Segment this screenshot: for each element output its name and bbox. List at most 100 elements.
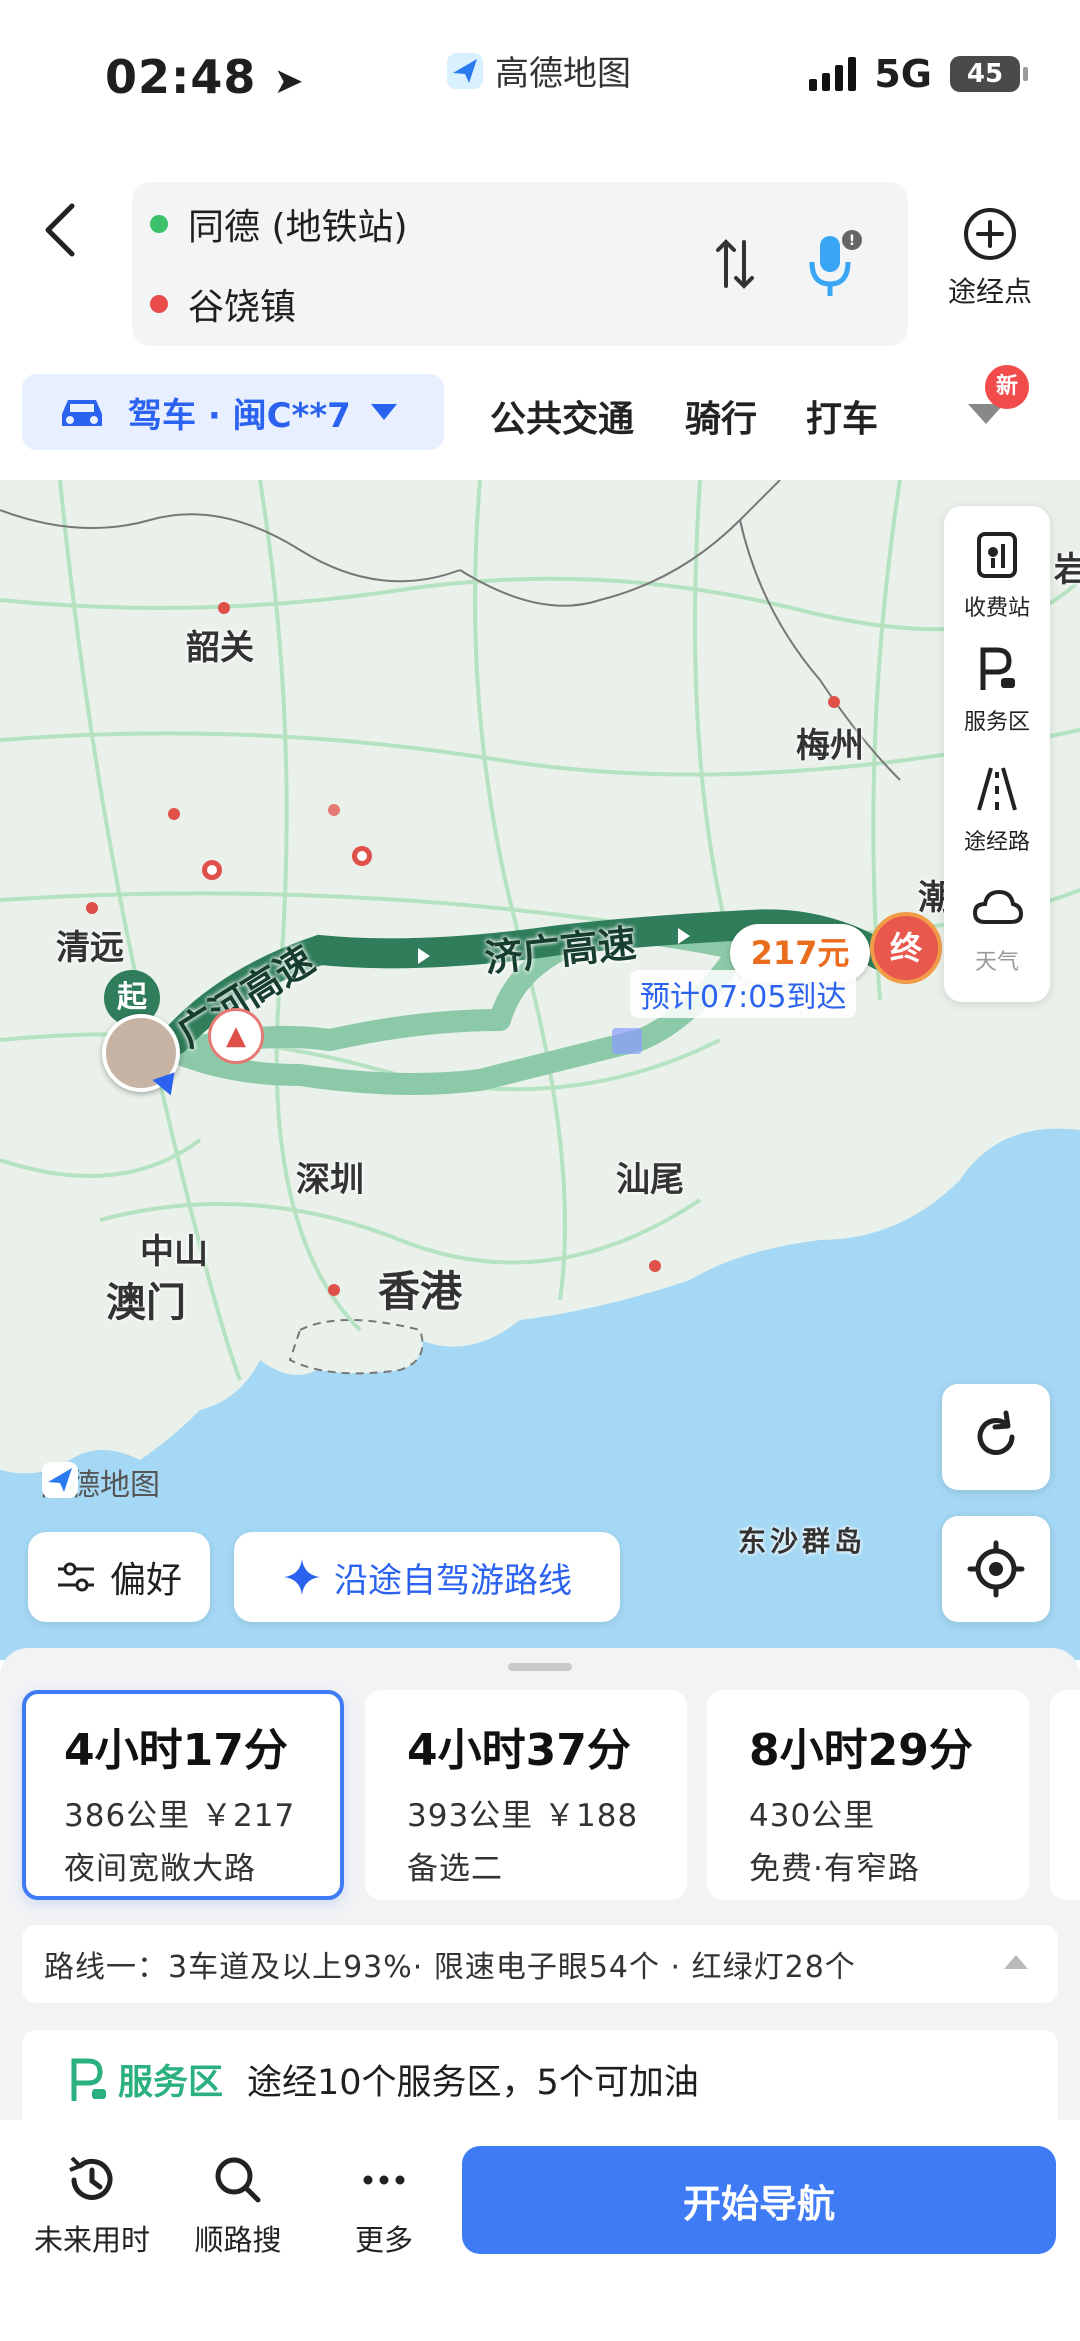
destination-dot-icon <box>150 295 168 313</box>
dropdown-caret-icon <box>370 404 397 420</box>
map-view[interactable]: 韶关 梅州 清远 深圳 汕尾 中山 澳门 香港 东沙群岛 潮 岩 广河高速 济广… <box>0 480 1080 1660</box>
future-time-label: 未来用时 <box>33 2223 150 2257</box>
tool-via-road-label: 途经路 <box>963 830 1030 855</box>
chevron-left-icon <box>45 203 75 257</box>
city-label-shenzhen: 深圳 <box>296 1160 364 1200</box>
destination-row[interactable]: 谷饶镇 <box>150 278 296 330</box>
origin-text: 同德 (地铁站) <box>188 207 408 248</box>
search-icon <box>215 2157 261 2203</box>
swap-arrows-icon <box>716 239 754 289</box>
back-button[interactable] <box>30 190 90 270</box>
sliders-icon <box>57 1562 94 1592</box>
service-area-text: 途经10个服务区，5个可加油 <box>247 2063 699 2103</box>
city-label-zhongshan: 中山 <box>140 1232 208 1272</box>
tool-via-road[interactable]: 途经路 <box>944 764 1050 856</box>
tool-toll-station[interactable]: 收费站 <box>944 530 1050 622</box>
along-route-search-button[interactable]: 顺路搜 <box>168 2150 308 2259</box>
city-label-dongsha: 东沙群岛 <box>738 1525 867 1558</box>
parking-p-icon <box>980 647 1015 690</box>
route-option-detail: 393公里 ￥188 <box>407 1798 639 1834</box>
chevron-up-icon <box>1004 1955 1028 1969</box>
tool-weather[interactable]: 天气 <box>944 884 1050 976</box>
route-info-text: 路线一：3车道及以上93%· 限速电子眼54个 · 红绿灯28个 <box>44 1950 856 1985</box>
tab-cycling[interactable]: 骑行 <box>685 390 757 442</box>
scenic-spot-icon[interactable]: ▲ <box>208 1008 264 1064</box>
network-type: 5G <box>874 52 932 96</box>
status-indicators: 5G 45 <box>809 52 1028 96</box>
route-option-detail: 386公里 ￥217 <box>64 1798 296 1834</box>
map-watermark: 高德地图 <box>40 1460 160 1504</box>
plus-circle-icon <box>964 208 1016 260</box>
signal-icon <box>809 57 857 91</box>
tab-transit[interactable]: 公共交通 <box>490 390 634 442</box>
battery-level: 45 <box>966 59 1004 89</box>
locate-crosshair-icon <box>967 1540 1025 1598</box>
route-option-time: 4小时37分 <box>407 1725 631 1776</box>
city-label-shaoguan: 韶关 <box>186 628 254 668</box>
road-trip-route-button[interactable]: 沿途自驾游路线 <box>234 1532 620 1622</box>
add-waypoint-button[interactable]: 途经点 <box>930 205 1050 310</box>
future-time-button[interactable]: 未来用时 <box>22 2150 162 2259</box>
route-option-4-peek[interactable] <box>1050 1690 1080 1900</box>
new-badge: 新 <box>985 365 1029 409</box>
preference-button[interactable]: 偏好 <box>28 1532 210 1622</box>
battery-icon: 45 <box>950 56 1028 92</box>
preference-label: 偏好 <box>109 1560 182 1601</box>
status-time-text: 02:48 <box>105 50 257 104</box>
city-label-qingyuan: 清远 <box>56 928 124 968</box>
tab-drive[interactable]: 驾车 · 闽C**7 <box>22 374 444 450</box>
voice-input-button[interactable]: ! <box>798 226 868 306</box>
more-dots-icon <box>363 2175 405 2185</box>
amap-watermark-icon <box>42 1462 78 1498</box>
end-marker: 终 <box>870 912 942 984</box>
locate-button[interactable] <box>942 1516 1050 1622</box>
amap-logo-icon <box>447 52 483 89</box>
swap-route-button[interactable] <box>712 234 758 294</box>
refresh-button[interactable] <box>942 1384 1050 1490</box>
status-app-label: 高德地图 <box>445 46 631 95</box>
route-option-note: 夜间宽敞大路 <box>64 1851 256 1887</box>
road-icon <box>977 767 1017 811</box>
service-area-p-icon <box>71 2058 106 2101</box>
route-input-box: 同德 (地铁站) 谷饶镇 ! <box>132 182 908 346</box>
start-navigation-button[interactable]: 开始导航 <box>462 2146 1056 2254</box>
origin-dot-icon <box>150 215 168 233</box>
route-option-detail: 430公里 <box>749 1798 876 1834</box>
route-info-row[interactable]: 路线一：3车道及以上93%· 限速电子眼54个 · 红绿灯28个 <box>22 1925 1058 2003</box>
route-option-1[interactable]: 4小时17分 386公里 ￥217 夜间宽敞大路 <box>22 1690 344 1900</box>
location-arrow-icon: ➤ <box>273 61 305 102</box>
city-label-meizhou: 梅州 <box>796 726 864 766</box>
tool-weather-label: 天气 <box>974 950 1019 975</box>
road-trip-route-label: 沿途自驾游路线 <box>334 1560 572 1601</box>
service-area-tag: 服务区 <box>64 2054 223 2105</box>
route-option-3[interactable]: 8小时29分 430公里 免费·有窄路 <box>707 1690 1029 1900</box>
more-button[interactable]: 更多 <box>314 2150 454 2259</box>
sparkle-icon <box>284 1559 320 1595</box>
clock-history-icon <box>69 2156 113 2200</box>
route-option-2[interactable]: 4小时37分 393公里 ￥188 备选二 <box>365 1690 687 1900</box>
waypoint-label: 途经点 <box>947 275 1032 308</box>
city-label-shanwei: 汕尾 <box>616 1160 684 1200</box>
tool-service-area-label: 服务区 <box>963 710 1030 735</box>
microphone-icon: ! <box>809 230 862 296</box>
status-app-name: 高德地图 <box>495 54 631 94</box>
eta-label: 预计07:05到达 <box>630 970 857 1018</box>
service-area-label: 服务区 <box>118 2063 224 2103</box>
car-icon <box>62 400 102 426</box>
sheet-drag-handle[interactable] <box>508 1663 572 1671</box>
tool-service-area[interactable]: 服务区 <box>944 644 1050 736</box>
toll-station-icon <box>977 532 1017 578</box>
origin-row[interactable]: 同德 (地铁站) <box>150 198 408 250</box>
city-label-yan: 岩 <box>1054 550 1080 590</box>
cloud-icon <box>972 889 1024 924</box>
status-time: 02:48 ➤ <box>105 50 305 104</box>
route-option-note: 备选二 <box>407 1851 503 1887</box>
destination-text: 谷饶镇 <box>188 287 297 328</box>
map-tools-panel: 收费站 服务区 途经路 天气 <box>944 506 1050 1002</box>
more-label: 更多 <box>354 2223 413 2257</box>
city-label-hongkong: 香港 <box>378 1267 463 1316</box>
refresh-icon <box>977 1410 1015 1455</box>
tab-taxi[interactable]: 打车 <box>806 390 878 442</box>
along-route-search-label: 顺路搜 <box>194 2223 282 2257</box>
route-option-time: 4小时17分 <box>64 1725 288 1776</box>
